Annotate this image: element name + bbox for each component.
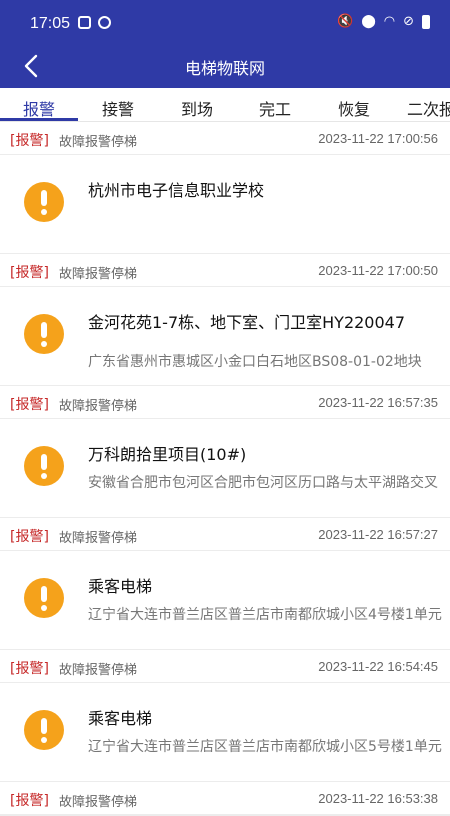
warning-icon [24,182,64,222]
timestamp: 2023-11-22 16:53:38 [318,791,438,806]
elevator-name: 杭州市电子信息职业学校 [88,181,265,200]
item-header: [报警] 故障报警停梯 2023-11-22 17:00:56 [0,122,450,155]
dnd-icon: ⊘ [403,14,414,29]
list-item[interactable]: [报警] 故障报警停梯 2023-11-22 16:54:45 乘客电梯 辽宁省… [0,650,450,782]
elevator-name: 金河花苑1-7栋、地下室、门卫室HY220047 [88,313,406,332]
timestamp: 2023-11-22 16:57:35 [318,395,438,410]
fault-type: 故障报警停梯 [59,531,138,546]
notification-icon [78,16,91,29]
alarm-tag: [报警] [10,133,49,149]
fault-type: 故障报警停梯 [59,663,138,678]
mute-icon: 🔇 [337,14,354,29]
timestamp: 2023-11-22 16:54:45 [318,659,438,674]
fault-type: 故障报警停梯 [59,267,138,282]
elevator-address: 辽宁省大连市普兰店区普兰店市南都欣城小区5号楼1单元 [88,739,442,755]
item-body: 万科朗拾里项目(10#) 安徽省合肥市包河区合肥市包河区历口路与太平湖路交叉 [0,419,450,517]
list-item[interactable]: [报警] 故障报警停梯 2023-11-22 17:00:50 金河花苑1-7栋… [0,254,450,386]
elevator-name: 乘客电梯 [88,709,153,728]
warning-icon [24,446,64,486]
warning-icon [24,710,64,750]
tab-second-alarm[interactable]: 二次报 [407,96,450,120]
tab-complete[interactable]: 完工 [259,96,291,120]
location-icon: ⬤ [361,14,376,29]
item-body: 乘客电梯 辽宁省大连市普兰店区普兰店市南都欣城小区5号楼1单元 [0,683,450,781]
list-item[interactable]: [报警] 故障报警停梯 2023-11-22 16:53:38 [0,782,450,816]
tab-bar: 报警 接警 到场 完工 恢复 二次报 [0,88,450,122]
item-body: 乘客电梯 辽宁省大连市普兰店区普兰店市南都欣城小区4号楼1单元 [0,551,450,649]
item-header: [报警] 故障报警停梯 2023-11-22 16:54:45 [0,650,450,683]
list-item[interactable]: [报警] 故障报警停梯 2023-11-22 17:00:56 杭州市电子信息职… [0,122,450,254]
elevator-address: 广东省惠州市惠城区小金口白石地区BS08-01-02地块 [88,354,422,370]
alarm-tag: [报警] [10,661,49,677]
item-header: [报警] 故障报警停梯 2023-11-22 16:53:38 [0,782,450,815]
list-item[interactable]: [报警] 故障报警停梯 2023-11-22 16:57:35 万科朗拾里项目(… [0,386,450,518]
wifi-icon: ◠ [383,14,396,29]
fault-type: 故障报警停梯 [59,795,138,810]
list-item[interactable]: [报警] 故障报警停梯 2023-11-22 16:57:27 乘客电梯 辽宁省… [0,518,450,650]
status-time: 17:05 [30,15,71,32]
timestamp: 2023-11-22 17:00:50 [318,263,438,278]
alarm-tag: [报警] [10,397,49,413]
item-body: 金河花苑1-7栋、地下室、门卫室HY220047 广东省惠州市惠城区小金口白石地… [0,287,450,385]
tab-active-indicator [0,118,78,121]
item-header: [报警] 故障报警停梯 2023-11-22 17:00:50 [0,254,450,287]
tab-accept[interactable]: 接警 [102,96,134,120]
alarm-tag: [报警] [10,793,49,809]
location-app-icon [98,16,111,29]
tab-arrive[interactable]: 到场 [181,96,213,120]
item-body: 杭州市电子信息职业学校 [0,155,450,253]
alarm-tag: [报警] [10,529,49,545]
warning-icon [24,578,64,618]
item-header: [报警] 故障报警停梯 2023-11-22 16:57:35 [0,386,450,419]
timestamp: 2023-11-22 16:57:27 [318,527,438,542]
warning-icon [24,314,64,354]
fault-type: 故障报警停梯 [59,135,138,150]
timestamp: 2023-11-22 17:00:56 [318,131,438,146]
status-bar: 17:05 🔇 ⬤ ◠ ⊘ [0,0,450,44]
fault-type: 故障报警停梯 [59,399,138,414]
elevator-name: 万科朗拾里项目(10#) [88,445,247,464]
alarm-tag: [报警] [10,265,49,281]
title-bar: 电梯物联网 [0,44,450,88]
tab-alarm[interactable]: 报警 [23,96,55,120]
tab-recover[interactable]: 恢复 [338,96,370,120]
elevator-name: 乘客电梯 [88,577,153,596]
alarm-list: [报警] 故障报警停梯 2023-11-22 17:00:56 杭州市电子信息职… [0,122,450,816]
battery-icon [422,15,430,29]
page-title: 电梯物联网 [184,59,265,78]
elevator-address: 安徽省合肥市包河区合肥市包河区历口路与太平湖路交叉 [88,475,438,491]
item-header: [报警] 故障报警停梯 2023-11-22 16:57:27 [0,518,450,551]
elevator-address: 辽宁省大连市普兰店区普兰店市南都欣城小区4号楼1单元 [88,607,442,623]
